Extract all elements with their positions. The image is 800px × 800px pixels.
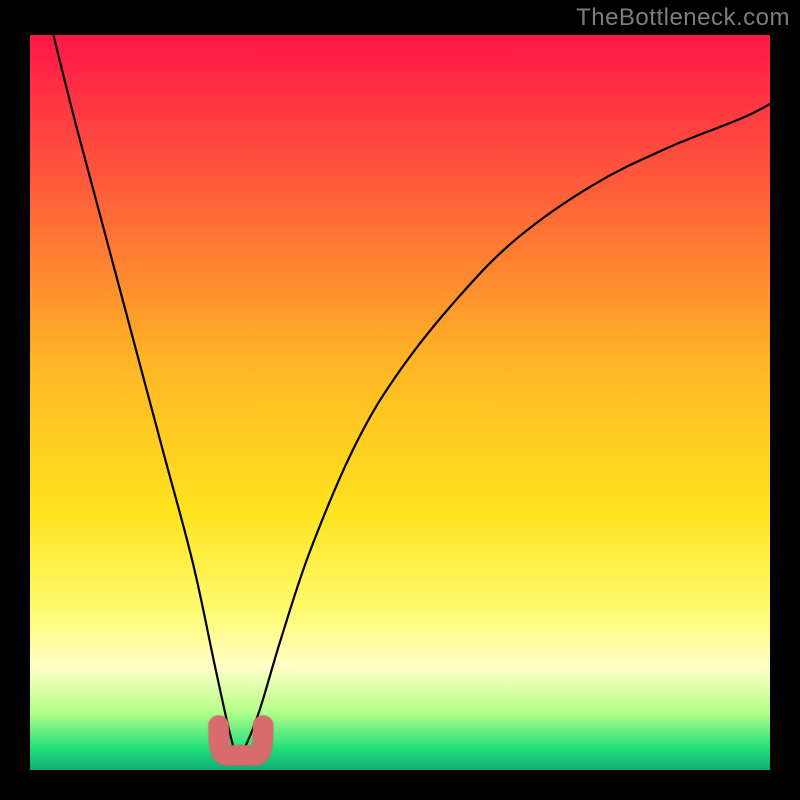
watermark-text: TheBottleneck.com [576, 4, 790, 32]
gradient-background [30, 35, 770, 770]
bottleneck-chart [0, 0, 800, 800]
chart-stage: TheBottleneck.com [0, 0, 800, 800]
